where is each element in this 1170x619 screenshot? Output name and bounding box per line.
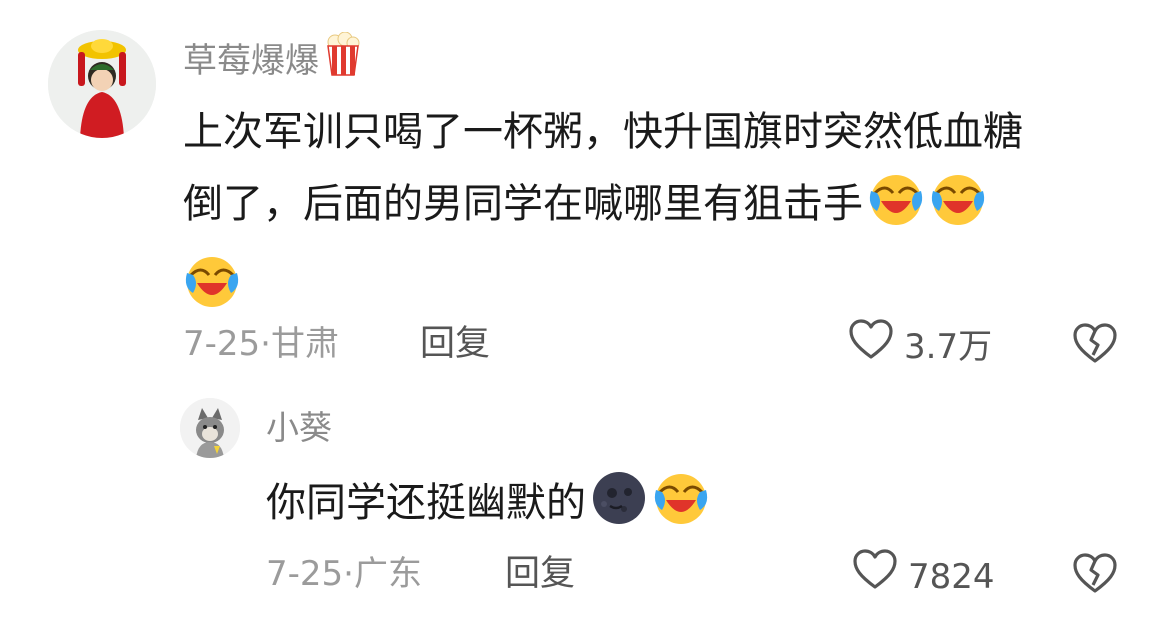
reply-button[interactable]: 回复 (420, 318, 490, 370)
like-button[interactable]: 7824 (852, 548, 995, 605)
comment-location: 甘肃 (270, 324, 339, 364)
comment-thread: 草莓爆爆 上次军训只喝了一杯粥，快升国旗时突然低血糖 倒了，后面的男同学在喊哪里… (0, 0, 1170, 619)
like-button[interactable]: 3.7万 (848, 318, 992, 375)
username[interactable]: 小葵 (266, 404, 332, 452)
comment-line: 上次军训只喝了一杯粥，快升国旗时突然低血糖 (183, 109, 1023, 155)
broken-heart-icon[interactable] (1072, 323, 1118, 368)
laughing-crying-emoji-icon (929, 173, 987, 250)
dark-moon-face-emoji-icon (590, 470, 648, 545)
comment-text: 上次军训只喝了一杯粥，快升国旗时突然低血糖 倒了，后面的男同学在喊哪里有狙击手 (183, 96, 1133, 332)
laughing-crying-emoji-icon (652, 472, 710, 545)
comment-line-text: 倒了，后面的男同学在喊哪里有狙击手 (183, 181, 863, 227)
comment-meta: 7-25·甘肃 (183, 318, 339, 370)
reply-button[interactable]: 回复 (505, 548, 575, 600)
avatar[interactable] (180, 398, 240, 458)
laughing-crying-emoji-icon (867, 173, 925, 250)
meta-separator: · (260, 324, 271, 364)
dislike-button[interactable] (1072, 322, 1118, 368)
comment-date: 7-25 (183, 324, 261, 364)
reply-text: 你同学还挺幽默的 (266, 470, 710, 545)
comment-line: 倒了，后面的男同学在喊哪里有狙击手 (183, 168, 1133, 250)
heart-icon[interactable] (848, 318, 894, 375)
dislike-button[interactable] (1072, 552, 1118, 598)
meta-separator: · (343, 554, 354, 594)
reply-date: 7-25 (266, 554, 344, 594)
reply-text-content: 你同学还挺幽默的 (266, 480, 586, 526)
reply-meta: 7-25·广东 (266, 548, 422, 600)
heart-icon[interactable] (852, 548, 898, 605)
avatar[interactable] (48, 30, 156, 138)
like-count: 7824 (908, 556, 995, 597)
reply-location: 广东 (353, 554, 422, 594)
like-count: 3.7万 (904, 326, 993, 367)
username-text[interactable]: 草莓爆爆 (183, 37, 319, 85)
username[interactable]: 草莓爆爆 (183, 31, 361, 89)
broken-heart-icon[interactable] (1072, 553, 1118, 598)
popcorn-icon (325, 31, 361, 89)
